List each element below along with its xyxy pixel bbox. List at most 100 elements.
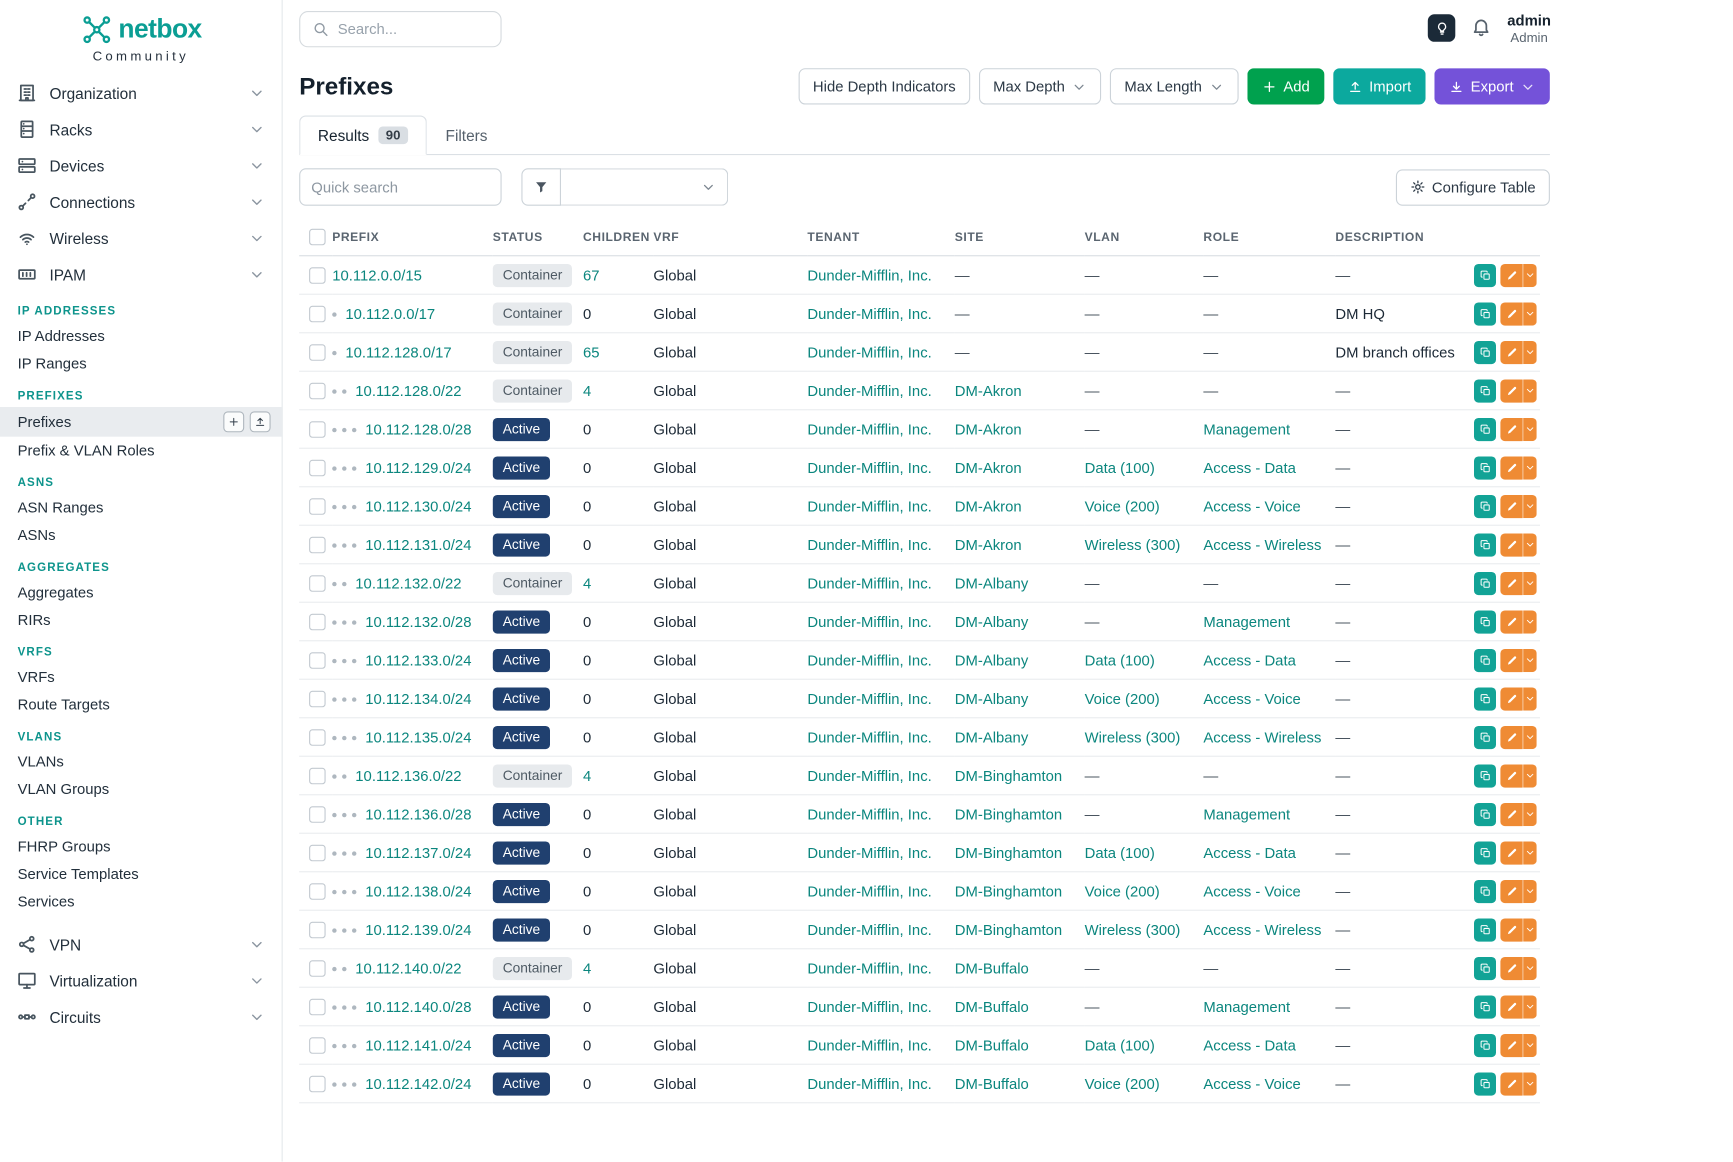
clone-button[interactable] [1474, 571, 1496, 594]
clone-button[interactable] [1474, 533, 1496, 556]
prefix-link[interactable]: 10.112.129.0/24 [365, 459, 471, 476]
hide-depth-indicators-button[interactable]: Hide Depth Indicators [799, 68, 970, 104]
edit-button[interactable] [1500, 995, 1522, 1018]
site-link[interactable]: DM-Binghamton [955, 921, 1062, 938]
row-checkbox[interactable] [309, 421, 326, 438]
row-checkbox[interactable] [309, 306, 326, 323]
edit-dropdown-button[interactable] [1522, 879, 1536, 902]
clone-button[interactable] [1474, 687, 1496, 710]
column-header-prefix[interactable]: PREFIX [332, 219, 493, 256]
edit-dropdown-button[interactable] [1522, 1033, 1536, 1056]
column-header-vrf[interactable]: VRF [653, 219, 807, 256]
tenant-link[interactable]: Dunder-Mifflin, Inc. [807, 883, 931, 900]
clone-button[interactable] [1474, 841, 1496, 864]
children-link[interactable]: 4 [583, 767, 591, 784]
site-link[interactable]: DM-Akron [955, 498, 1022, 515]
edit-dropdown-button[interactable] [1522, 263, 1536, 286]
clone-button[interactable] [1474, 340, 1496, 363]
prefix-link[interactable]: 10.112.140.0/22 [355, 960, 461, 977]
prefix-link[interactable]: 10.112.0.0/15 [332, 267, 422, 284]
sidebar-item-ipam[interactable]: IPAM [0, 256, 282, 292]
edit-dropdown-button[interactable] [1522, 687, 1536, 710]
role-link[interactable]: Access - Voice [1203, 1075, 1300, 1092]
edit-dropdown-button[interactable] [1522, 995, 1536, 1018]
vlan-link[interactable]: Data (100) [1085, 1037, 1155, 1054]
tenant-link[interactable]: Dunder-Mifflin, Inc. [807, 921, 931, 938]
tenant-link[interactable]: Dunder-Mifflin, Inc. [807, 652, 931, 669]
role-link[interactable]: Access - Wireless [1203, 729, 1321, 746]
edit-button[interactable] [1500, 263, 1522, 286]
sidebar-item-devices[interactable]: Devices [0, 147, 282, 183]
clone-button[interactable] [1474, 417, 1496, 440]
tenant-link[interactable]: Dunder-Mifflin, Inc. [807, 767, 931, 784]
row-checkbox[interactable] [309, 614, 326, 631]
role-link[interactable]: Management [1203, 806, 1290, 823]
edit-dropdown-button[interactable] [1522, 533, 1536, 556]
clone-button[interactable] [1474, 1033, 1496, 1056]
sidebar-item-ip-ranges[interactable]: IP Ranges [0, 350, 282, 378]
role-link[interactable]: Access - Data [1203, 844, 1295, 861]
edit-dropdown-button[interactable] [1522, 918, 1536, 941]
role-link[interactable]: Access - Data [1203, 1037, 1295, 1054]
sidebar-item-vrfs[interactable]: VRFs [0, 663, 282, 691]
row-checkbox[interactable] [309, 729, 326, 746]
vlan-link[interactable]: Data (100) [1085, 459, 1155, 476]
edit-dropdown-button[interactable] [1522, 725, 1536, 748]
clone-button[interactable] [1474, 918, 1496, 941]
prefix-link[interactable]: 10.112.128.0/22 [355, 382, 461, 399]
edit-button[interactable] [1500, 1033, 1522, 1056]
row-checkbox[interactable] [309, 267, 326, 284]
row-checkbox[interactable] [309, 960, 326, 977]
sidebar-item-vlan-groups[interactable]: VLAN Groups [0, 776, 282, 804]
tenant-link[interactable]: Dunder-Mifflin, Inc. [807, 305, 931, 322]
edit-dropdown-button[interactable] [1522, 1072, 1536, 1095]
tenant-link[interactable]: Dunder-Mifflin, Inc. [807, 1037, 931, 1054]
site-link[interactable]: DM-Buffalo [955, 1075, 1029, 1092]
edit-button[interactable] [1500, 1072, 1522, 1095]
sidebar-item-wireless[interactable]: Wireless [0, 220, 282, 256]
tenant-link[interactable]: Dunder-Mifflin, Inc. [807, 729, 931, 746]
prefix-link[interactable]: 10.112.138.0/24 [365, 883, 471, 900]
edit-button[interactable] [1500, 764, 1522, 787]
row-checkbox[interactable] [309, 999, 326, 1016]
vlan-link[interactable]: Data (100) [1085, 844, 1155, 861]
edit-dropdown-button[interactable] [1522, 494, 1536, 517]
tenant-link[interactable]: Dunder-Mifflin, Inc. [807, 806, 931, 823]
edit-button[interactable] [1500, 340, 1522, 363]
edit-dropdown-button[interactable] [1522, 764, 1536, 787]
edit-button[interactable] [1500, 417, 1522, 440]
vlan-link[interactable]: Wireless (300) [1085, 729, 1181, 746]
sidebar-item-organization[interactable]: Organization [0, 75, 282, 111]
prefix-link[interactable]: 10.112.133.0/24 [365, 652, 471, 669]
site-link[interactable]: DM-Binghamton [955, 883, 1062, 900]
row-checkbox[interactable] [309, 922, 326, 939]
edit-dropdown-button[interactable] [1522, 302, 1536, 325]
edit-button[interactable] [1500, 725, 1522, 748]
sidebar-item-prefixes[interactable]: Prefixes [0, 407, 282, 437]
prefix-link[interactable]: 10.112.128.0/17 [345, 344, 451, 361]
select-all-checkbox[interactable] [309, 229, 326, 246]
site-link[interactable]: DM-Albany [955, 575, 1028, 592]
prefix-link[interactable]: 10.112.131.0/24 [365, 536, 471, 553]
max-length-dropdown[interactable]: Max Length [1110, 68, 1238, 104]
column-header-tenant[interactable]: TENANT [807, 219, 954, 256]
sidebar-item-ip-addresses[interactable]: IP Addresses [0, 322, 282, 350]
edit-dropdown-button[interactable] [1522, 841, 1536, 864]
role-link[interactable]: Access - Voice [1203, 883, 1300, 900]
edit-button[interactable] [1500, 841, 1522, 864]
clone-button[interactable] [1474, 379, 1496, 402]
site-link[interactable]: DM-Buffalo [955, 1037, 1029, 1054]
children-link[interactable]: 65 [583, 344, 600, 361]
site-link[interactable]: DM-Buffalo [955, 998, 1029, 1015]
tenant-link[interactable]: Dunder-Mifflin, Inc. [807, 844, 931, 861]
user-menu[interactable]: admin Admin [1507, 12, 1551, 46]
vlan-link[interactable]: Voice (200) [1085, 883, 1160, 900]
prefix-link[interactable]: 10.112.135.0/24 [365, 729, 471, 746]
children-link[interactable]: 4 [583, 960, 591, 977]
sidebar-item-service-templates[interactable]: Service Templates [0, 860, 282, 888]
brand[interactable]: netbox Community [0, 13, 282, 64]
role-link[interactable]: Access - Data [1203, 459, 1295, 476]
row-checkbox[interactable] [309, 383, 326, 400]
sidebar-item-connections[interactable]: Connections [0, 184, 282, 220]
prefix-link[interactable]: 10.112.128.0/28 [365, 421, 471, 438]
